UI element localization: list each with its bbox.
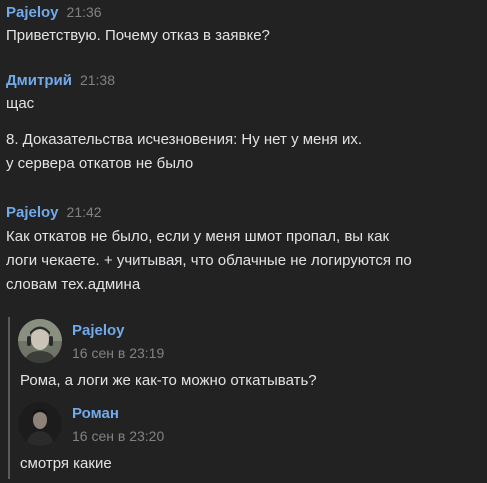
message-text: у сервера откатов не было	[6, 155, 194, 172]
message-author[interactable]: Дмитрий	[6, 72, 72, 89]
forwarded-text: смотря какие	[20, 455, 112, 472]
message-time[interactable]: 21:38	[80, 72, 115, 88]
avatar-image	[18, 402, 62, 446]
message-text	[6, 116, 481, 128]
user-avatar-icon[interactable]	[18, 319, 62, 363]
message-header: Pajeloy 21:42	[6, 203, 481, 222]
forwarded-date[interactable]: 16 сен в 23:20	[72, 428, 164, 444]
forwarded-messages: Pajeloy 16 сен в 23:19 Рома, а логи же к…	[8, 317, 480, 479]
message-time[interactable]: 21:42	[67, 204, 102, 220]
message: Дмитрий 21:38 щас 8. Доказательства исчез…	[6, 71, 481, 176]
message-header: Pajeloy 21:36	[6, 3, 481, 22]
message-text: Как откатов не было, если у меня шмот пр…	[6, 228, 390, 245]
forwarded-message: Роман 16 сен в 23:20 смотря какие	[18, 402, 480, 478]
message-text: щас	[6, 95, 35, 112]
forwarded-author[interactable]: Pajeloy	[72, 322, 125, 339]
message-author[interactable]: Pajeloy	[6, 204, 59, 221]
message-header: Дмитрий 21:38	[6, 71, 481, 90]
avatar-image	[18, 319, 62, 363]
message-text: Приветствую. Почему отказ в заявке?	[6, 27, 270, 44]
message-time[interactable]: 21:36	[67, 4, 102, 20]
forwarded-text: Рома, а логи же как-то можно откатывать?	[20, 372, 317, 389]
message: Pajeloy 21:36 Приветствую. Почему отказ в…	[6, 3, 481, 48]
forwarded-message: Pajeloy 16 сен в 23:19 Рома, а логи же к…	[18, 319, 480, 399]
forwarded-author[interactable]: Роман	[72, 405, 119, 422]
message-text: 8. Доказательства исчезновения: Ну нет у…	[6, 131, 363, 148]
user-avatar-icon[interactable]	[18, 402, 62, 446]
forwarded-date[interactable]: 16 сен в 23:19	[72, 345, 164, 361]
message-text: логи чекаете. + учитывая, что облачные н…	[6, 252, 412, 269]
message: Pajeloy 21:42 Как откатов не было, если у…	[6, 203, 481, 297]
message-text: словам тех.админа	[6, 276, 141, 293]
message-author[interactable]: Pajeloy	[6, 4, 59, 21]
